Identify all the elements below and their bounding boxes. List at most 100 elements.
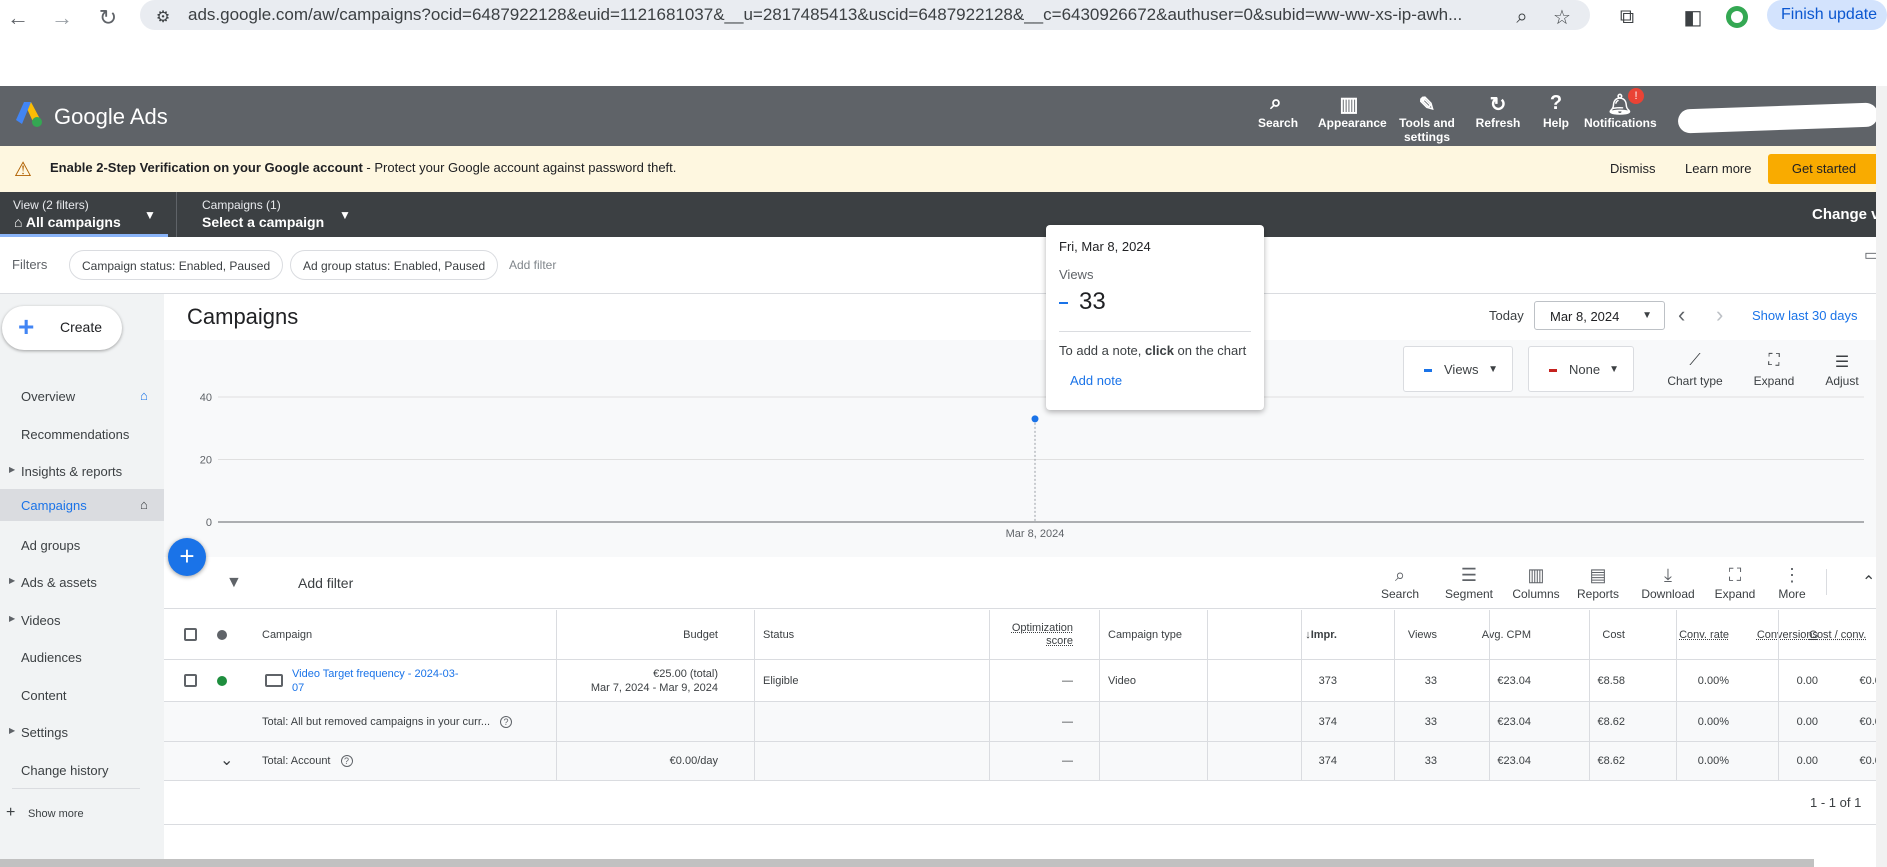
views-line-chart[interactable]: 40 20 0 Mar 8, 2024 xyxy=(164,380,1887,550)
sidebar-item-settings[interactable]: ▶ Settings xyxy=(0,716,164,748)
budget-cell[interactable]: €25.00 (total) Mar 7, 2024 - Mar 9, 2024 xyxy=(556,660,718,701)
forward-icon[interactable]: → xyxy=(48,4,76,32)
select-all-checkbox[interactable] xyxy=(184,628,197,641)
help-icon[interactable]: ? xyxy=(340,755,353,767)
product-name[interactable]: Google Ads xyxy=(54,104,168,130)
sidebar-item-change-history[interactable]: Change history xyxy=(0,754,164,786)
expand-arrow-icon: ▶ xyxy=(9,576,16,585)
download-button[interactable]: ⤓ Download xyxy=(1638,565,1698,601)
cost-conv-cell: €0.00 xyxy=(1778,660,1887,701)
create-button[interactable]: + Create xyxy=(2,306,122,350)
back-icon[interactable]: ← xyxy=(4,4,32,32)
campaign-dropdown-icon[interactable]: ▼ xyxy=(339,208,351,222)
view-dropdown-icon[interactable]: ▼ xyxy=(144,208,156,222)
col-campaign[interactable]: Campaign xyxy=(262,610,462,659)
show-last-30-days-link[interactable]: Show last 30 days xyxy=(1752,308,1858,323)
finish-update-button[interactable]: Finish update xyxy=(1767,0,1887,30)
col-status[interactable]: Status xyxy=(754,610,964,659)
zoom-icon[interactable]: ⌕ xyxy=(1509,4,1535,30)
appearance-icon: ▥ xyxy=(1339,94,1359,116)
view-selector[interactable]: ⌂ All campaigns xyxy=(14,214,121,230)
type-cell: Video xyxy=(1099,660,1207,701)
y-tick-label: 40 xyxy=(200,392,212,404)
col-campaign-type[interactable]: Campaign type xyxy=(1099,610,1207,659)
dropdown-icon: ▼ xyxy=(1488,364,1498,375)
profile-avatar[interactable] xyxy=(1724,4,1750,30)
campaign-selector[interactable]: Select a campaign xyxy=(202,214,324,230)
header-help-button[interactable]: ? Help xyxy=(1540,92,1572,130)
filter-icon[interactable]: ▼ xyxy=(226,574,242,592)
sidebar-item-audiences[interactable]: Audiences xyxy=(0,641,164,673)
campaign-name-link[interactable]: Video Target frequency - 2024-03-07 xyxy=(292,667,462,695)
prev-period-icon[interactable]: ‹ xyxy=(1678,302,1685,328)
sidebar-item-ad-groups[interactable]: Ad groups xyxy=(0,529,164,561)
change-view-button[interactable]: Change vi xyxy=(1812,206,1884,223)
total-status-cell xyxy=(754,702,964,741)
dismiss-button[interactable]: Dismiss xyxy=(1610,161,1656,176)
more-button[interactable]: ⋮ More xyxy=(1772,565,1812,601)
expand-icon: ⛶ xyxy=(1768,352,1780,369)
tooltip-date: Fri, Mar 8, 2024 xyxy=(1059,239,1151,254)
metric2-color-swatch xyxy=(1549,369,1557,372)
get-started-button[interactable]: Get started xyxy=(1768,154,1880,184)
tooltip-series-swatch xyxy=(1059,302,1068,304)
segment-button[interactable]: ☰ Segment xyxy=(1441,565,1497,601)
metric1-color-swatch xyxy=(1424,369,1432,372)
extensions-icon[interactable]: ⧉ xyxy=(1614,4,1640,30)
row-checkbox[interactable] xyxy=(184,674,197,687)
ad-group-status-filter-chip[interactable]: Ad group status: Enabled, Paused xyxy=(290,250,499,280)
columns-button[interactable]: ▥ Columns xyxy=(1508,565,1564,601)
campaign-status-filter-chip[interactable]: Campaign status: Enabled, Paused xyxy=(69,250,284,280)
url-text[interactable]: ads.google.com/aw/campaigns?ocid=6487922… xyxy=(188,5,1462,25)
reports-button[interactable]: ▤ Reports xyxy=(1574,565,1622,601)
collapse-icon[interactable]: ⌃ xyxy=(1862,572,1875,592)
building-icon: ⌂ xyxy=(14,214,26,230)
reload-icon[interactable]: ↻ xyxy=(94,4,122,32)
plus-icon: + xyxy=(6,804,16,821)
enabled-status-dot[interactable] xyxy=(217,676,227,686)
status-cell: Eligible xyxy=(754,660,964,701)
add-filter-link[interactable]: Add filter xyxy=(509,258,556,272)
add-note-link[interactable]: Add note xyxy=(1070,373,1122,388)
header-refresh-button[interactable]: ↻ Refresh xyxy=(1474,92,1522,130)
sidebar-item-campaigns[interactable]: Campaigns ⌂ xyxy=(0,489,164,521)
header-notifications-button[interactable]: 🔔︎ Notifications xyxy=(1584,92,1657,130)
header-tools-button[interactable]: ✎ Tools and settings xyxy=(1396,92,1458,144)
header-appearance-button[interactable]: ▥ Appearance xyxy=(1318,92,1387,130)
table-expand-button[interactable]: ⛶ Expand xyxy=(1712,565,1758,601)
bookmark-star-icon[interactable]: ☆ xyxy=(1549,4,1575,30)
date-range-selector[interactable]: Mar 8, 2024 ▼ xyxy=(1534,301,1665,330)
table-row-total-filtered: Total: All but removed campaigns in your… xyxy=(164,702,1887,742)
segment-icon: ☰ xyxy=(1460,565,1478,585)
views-data-point[interactable] xyxy=(1031,415,1039,423)
warning-icon: ⚠ xyxy=(14,159,32,181)
sidebar-item-recommendations[interactable]: Recommendations xyxy=(0,418,164,450)
col-budget[interactable]: Budget xyxy=(556,610,718,659)
page-title: Campaigns xyxy=(187,304,299,329)
learn-more-button[interactable]: Learn more xyxy=(1685,161,1751,176)
help-icon: ? xyxy=(1549,92,1563,114)
reports-icon: ▤ xyxy=(1589,565,1607,585)
home-icon: ⌂ xyxy=(140,388,148,403)
next-period-icon[interactable]: › xyxy=(1716,302,1723,328)
sidebar-item-overview[interactable]: Overview ⌂ xyxy=(0,380,164,412)
col-optimization-score[interactable]: Optimization score xyxy=(989,610,1073,659)
chevron-down-icon[interactable]: ⌄ xyxy=(220,750,233,770)
sidepanel-icon[interactable]: ◧ xyxy=(1680,4,1706,30)
table-row: Video Target frequency - 2024-03-07 €25.… xyxy=(164,660,1887,702)
sidebar-item-videos[interactable]: ▶ Videos xyxy=(0,604,164,636)
header-search-button[interactable]: ⌕ Search xyxy=(1258,92,1298,130)
home-icon: ⌂ xyxy=(140,497,148,512)
help-icon[interactable]: ? xyxy=(500,715,513,728)
table-add-filter[interactable]: Add filter xyxy=(298,575,353,591)
account-budget: €0.00/day xyxy=(556,742,718,780)
horizontal-scrollbar[interactable] xyxy=(0,859,1814,867)
sidebar-item-ads-assets[interactable]: ▶ Ads & assets xyxy=(0,566,164,598)
sidebar-item-content[interactable]: Content xyxy=(0,679,164,711)
show-more-button[interactable]: + Show more xyxy=(0,799,164,831)
col-cost-per-conv[interactable]: Cost / conv. xyxy=(1778,610,1887,659)
site-settings-icon[interactable]: ⚙ xyxy=(150,4,176,30)
table-search-button[interactable]: ⌕ Search xyxy=(1377,565,1423,601)
vertical-scrollbar[interactable] xyxy=(1876,86,1887,867)
sidebar-item-insights[interactable]: ▶ Insights & reports xyxy=(0,455,164,487)
